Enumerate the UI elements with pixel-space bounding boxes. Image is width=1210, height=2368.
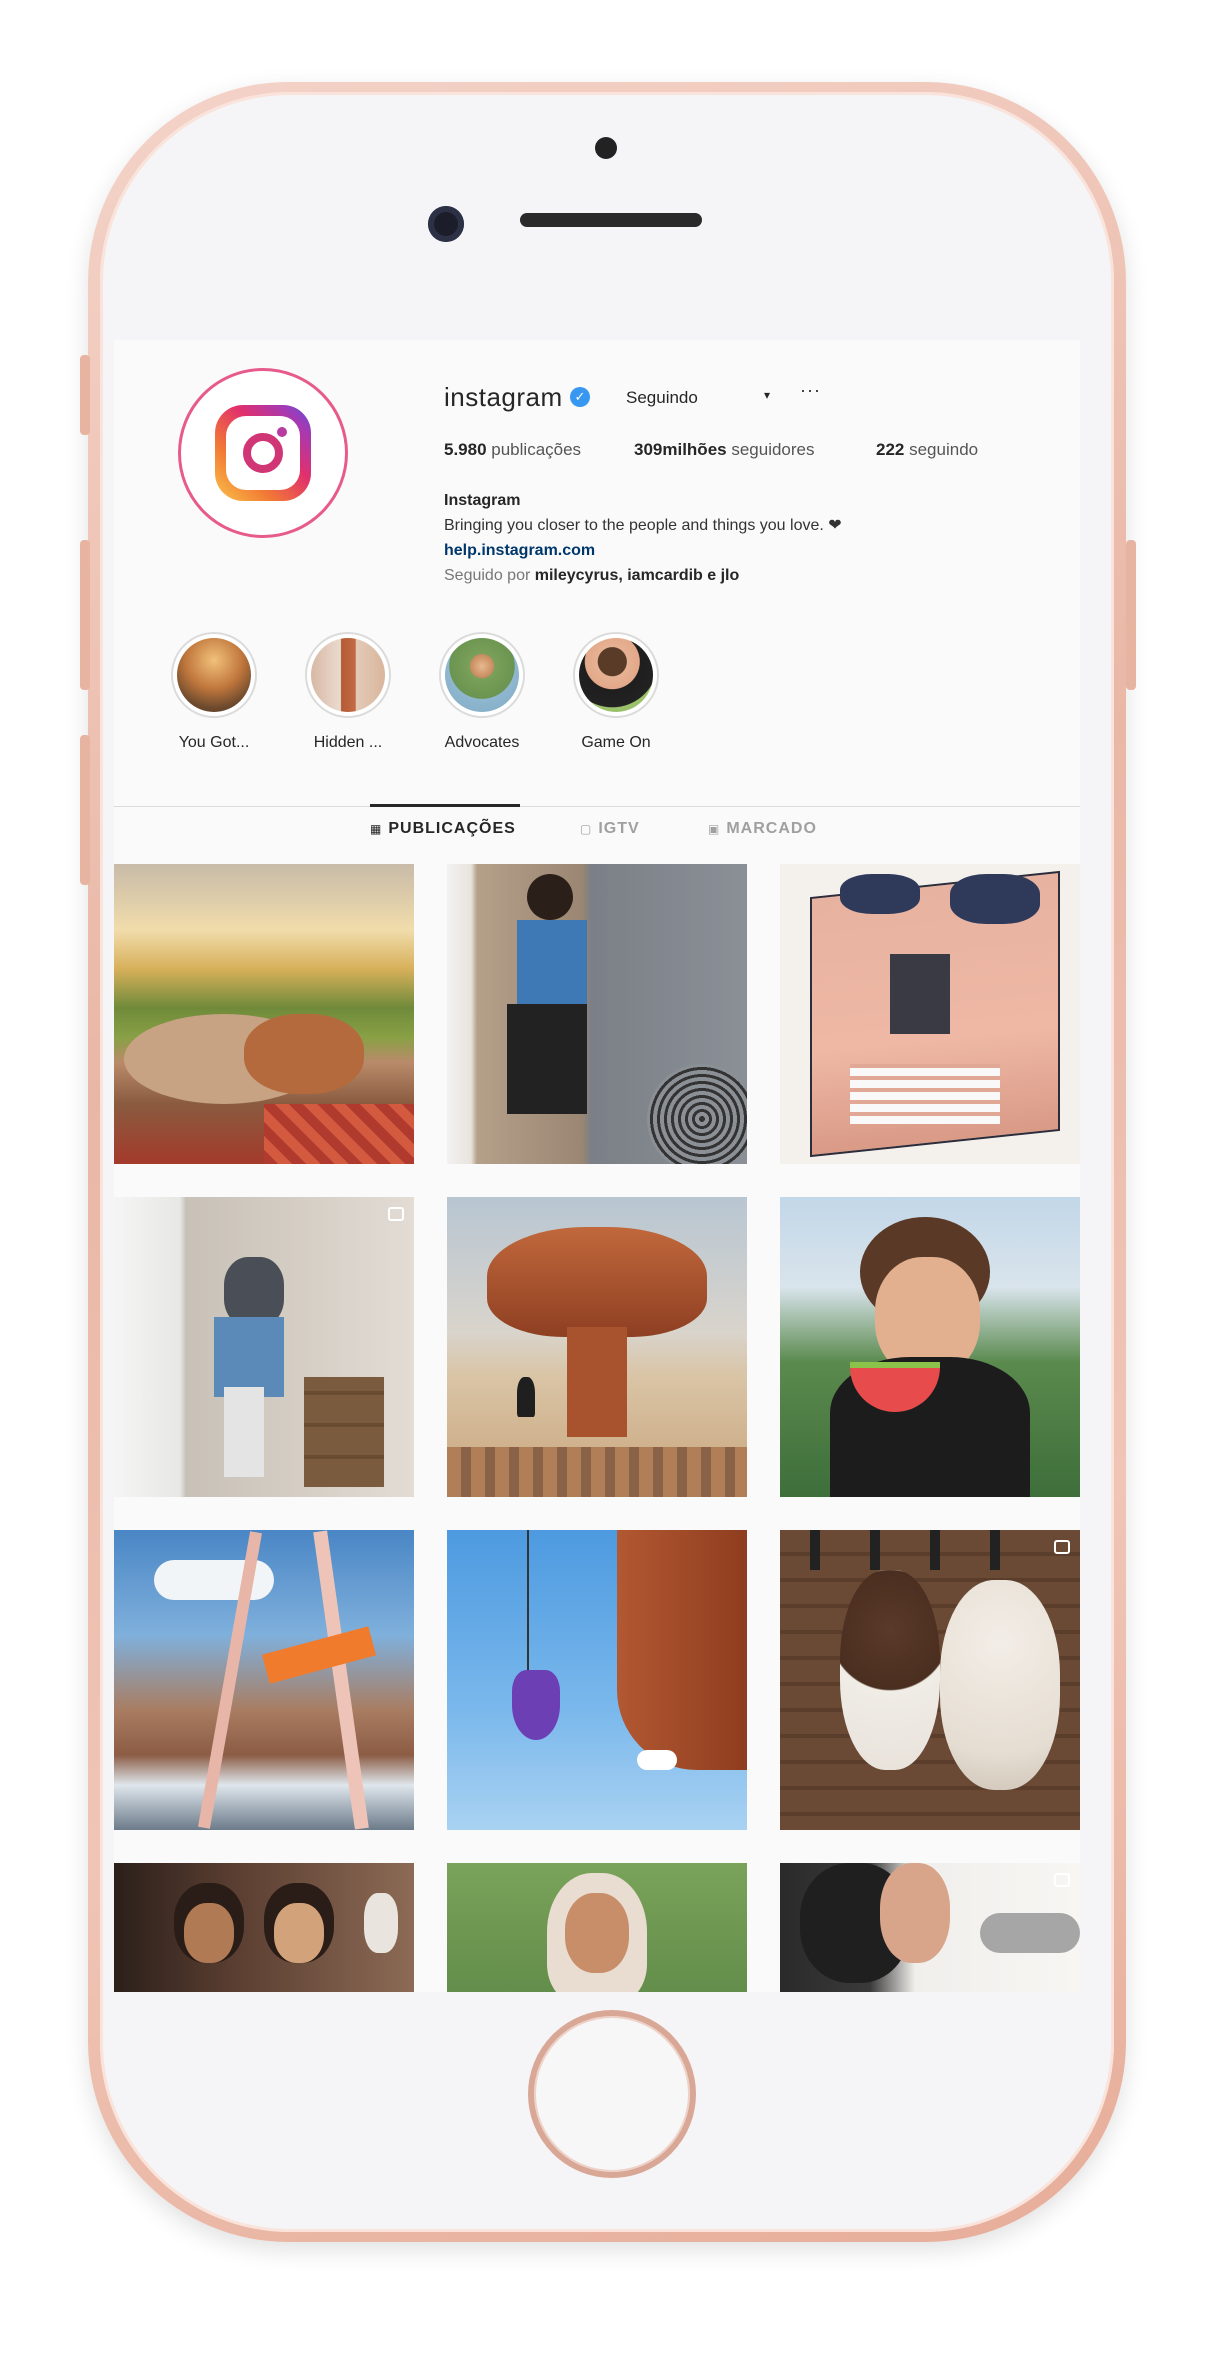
home-button[interactable] — [528, 2010, 696, 2178]
followed-by-prefix: Seguido por — [444, 567, 535, 584]
highlight-item[interactable]: Hidden ... — [288, 632, 408, 752]
stat-value: 222 — [876, 440, 905, 459]
highlight-item[interactable]: You Got... — [154, 632, 274, 752]
highlight-label: Hidden ... — [313, 734, 383, 751]
profile-description: Bringing you closer to the people and th… — [444, 517, 842, 534]
stat-label: publicações — [486, 440, 582, 459]
earpiece-speaker — [520, 213, 702, 227]
highlight-thumbnail — [177, 638, 251, 712]
stat-value: 5.980 — [444, 440, 487, 459]
volume-up-button — [80, 540, 90, 690]
highlight-thumbnail — [445, 638, 519, 712]
story-highlights: You Got... Hidden ... Advocates Game On — [154, 632, 1054, 762]
grid-icon: ▦ — [370, 822, 383, 836]
post-thumbnail[interactable] — [114, 1197, 414, 1497]
highlight-label: You Got... — [178, 734, 250, 751]
post-thumbnail[interactable] — [447, 1530, 747, 1830]
tabs-divider — [114, 806, 1080, 807]
highlight-thumbnail — [311, 638, 385, 712]
stat-following[interactable]: 222 seguindo — [876, 440, 978, 460]
highlight-item[interactable]: Game On — [556, 632, 676, 752]
profile-bio: Instagram Bringing you closer to the peo… — [444, 488, 842, 588]
instagram-profile-screen: instagram ✓ Seguindo ▾ ··· 5.980 publica… — [114, 340, 1080, 1992]
profile-avatar[interactable] — [178, 368, 348, 538]
video-badge-icon — [1054, 1873, 1070, 1887]
following-button[interactable]: Seguindo — [614, 380, 744, 416]
highlight-ring — [305, 632, 391, 718]
profile-website-link[interactable]: help.instagram.com — [444, 538, 842, 563]
stat-label: seguindo — [904, 440, 979, 459]
camera-lens-icon — [428, 206, 464, 242]
post-thumbnail[interactable] — [447, 1863, 747, 1992]
highlight-label: Advocates — [444, 734, 520, 751]
stat-posts[interactable]: 5.980 publicações — [444, 440, 581, 460]
post-thumbnail[interactable] — [114, 1863, 414, 1992]
tab-label: MARCADO — [726, 820, 817, 837]
tab-igtv[interactable]: ▢ IGTV — [580, 820, 640, 838]
highlight-label: Game On — [581, 734, 651, 751]
post-thumbnail[interactable] — [447, 1197, 747, 1497]
tab-label: IGTV — [598, 820, 640, 837]
active-tab-indicator — [370, 804, 520, 807]
profile-display-name: Instagram — [444, 492, 521, 509]
profile-username: instagram — [444, 382, 563, 412]
igtv-icon: ▢ — [580, 822, 593, 836]
post-thumbnail[interactable] — [780, 1863, 1080, 1992]
stat-followers[interactable]: 309milhões seguidores — [634, 440, 815, 460]
post-thumbnail[interactable] — [447, 864, 747, 1164]
post-thumbnail[interactable] — [114, 864, 414, 1164]
highlight-ring — [573, 632, 659, 718]
mute-switch — [80, 355, 90, 435]
post-thumbnail[interactable] — [114, 1530, 414, 1830]
volume-down-button — [80, 735, 90, 885]
tab-label: PUBLICAÇÕES — [388, 820, 516, 837]
highlight-ring — [439, 632, 525, 718]
verified-badge-icon: ✓ — [570, 387, 590, 407]
highlight-item[interactable]: Advocates — [422, 632, 542, 752]
chevron-down-icon[interactable]: ▾ — [764, 388, 770, 402]
post-thumbnail[interactable] — [780, 1530, 1080, 1830]
stat-label: seguidores — [726, 440, 815, 459]
highlight-ring — [171, 632, 257, 718]
tagged-icon: ▣ — [708, 822, 721, 836]
video-badge-icon — [1054, 1540, 1070, 1554]
followed-by-names: mileycyrus, iamcardib e jlo — [534, 567, 740, 584]
stat-value: 309milhões — [634, 440, 727, 459]
instagram-logo-icon — [215, 405, 311, 501]
front-camera-icon — [595, 137, 617, 159]
post-thumbnail[interactable] — [780, 1197, 1080, 1497]
more-options-icon[interactable]: ··· — [800, 380, 821, 401]
post-thumbnail[interactable] — [780, 864, 1080, 1164]
followed-by-text[interactable]: Seguido por mileycyrus, iamcardib e jlo — [444, 563, 842, 588]
video-badge-icon — [388, 1207, 404, 1221]
tab-tagged[interactable]: ▣ MARCADO — [708, 820, 817, 838]
tab-posts[interactable]: ▦ PUBLICAÇÕES — [370, 820, 516, 838]
power-button — [1126, 540, 1136, 690]
highlight-thumbnail — [579, 638, 653, 712]
